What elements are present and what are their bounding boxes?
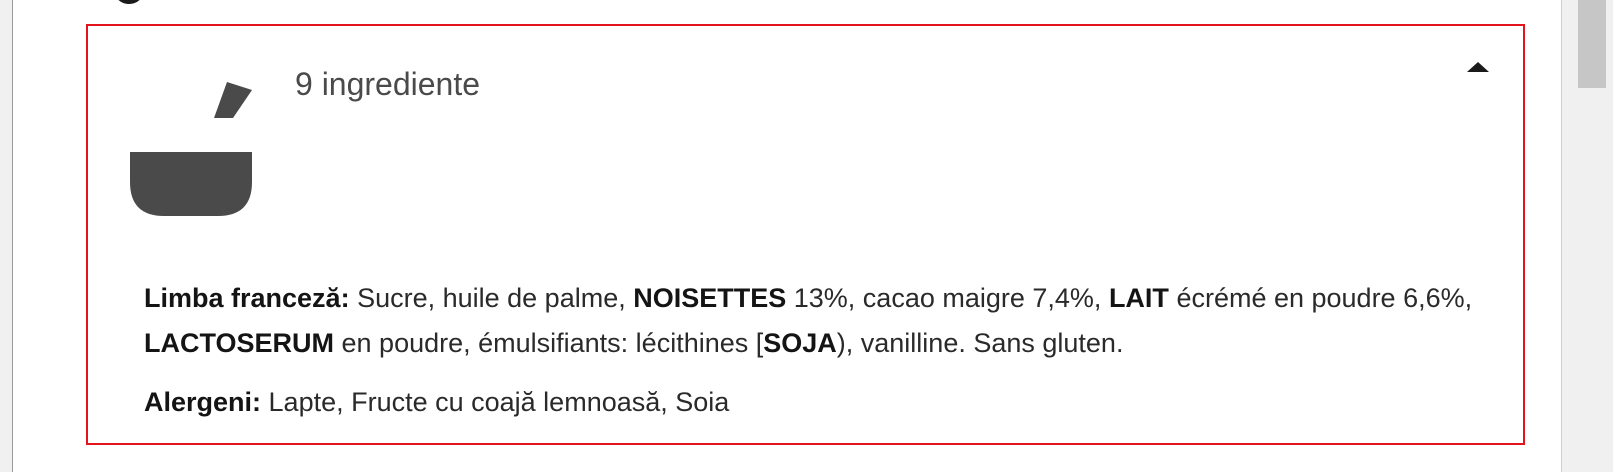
ingredients-language-label: Limba franceză: <box>144 283 350 313</box>
collapse-toggle-button[interactable] <box>1463 56 1493 80</box>
vertical-scrollbar[interactable] <box>1562 0 1613 472</box>
ingredients-part: 13%, cacao maigre 7,4%, <box>786 283 1109 313</box>
allergen-highlight: LAIT <box>1108 283 1169 313</box>
ingredients-part: ), vanilline. Sans gluten. <box>836 328 1124 358</box>
ingredients-part: en poudre, émulsifiants: lécithines [ <box>334 328 764 358</box>
page: 9 ingrediente Limba franceză: Sucre, hui… <box>0 0 1613 472</box>
allergen-highlight: SOJA <box>763 328 837 358</box>
heading-glyph <box>113 0 145 4</box>
allergens-text: Alergeni: Lapte, Fructe cu coajă lemnoas… <box>144 380 729 425</box>
caret-up-icon <box>1467 62 1489 72</box>
mortar-bowl-icon <box>130 82 252 216</box>
section-heading-fragment <box>113 0 153 6</box>
content-area: 9 ingrediente Limba franceză: Sucre, hui… <box>12 0 1562 472</box>
allergen-highlight: NOISETTES <box>633 283 787 313</box>
ingredients-part: écrémé en poudre 6,6%, <box>1168 283 1473 313</box>
ingredient-count: 9 ingrediente <box>295 66 481 102</box>
allergens-value: Lapte, Fructe cu coajă lemnoasă, Soia <box>261 387 730 417</box>
ingredients-text: Limba franceză: Sucre, huile de palme, N… <box>144 276 1474 366</box>
allergen-highlight: LACTOSERUM <box>144 328 335 358</box>
scrollbar-thumb[interactable] <box>1578 0 1606 88</box>
ingredients-part: Sucre, huile de palme, <box>349 283 634 313</box>
ingredients-panel: 9 ingrediente Limba franceză: Sucre, hui… <box>86 24 1525 445</box>
allergens-label: Alergeni: <box>144 387 262 417</box>
